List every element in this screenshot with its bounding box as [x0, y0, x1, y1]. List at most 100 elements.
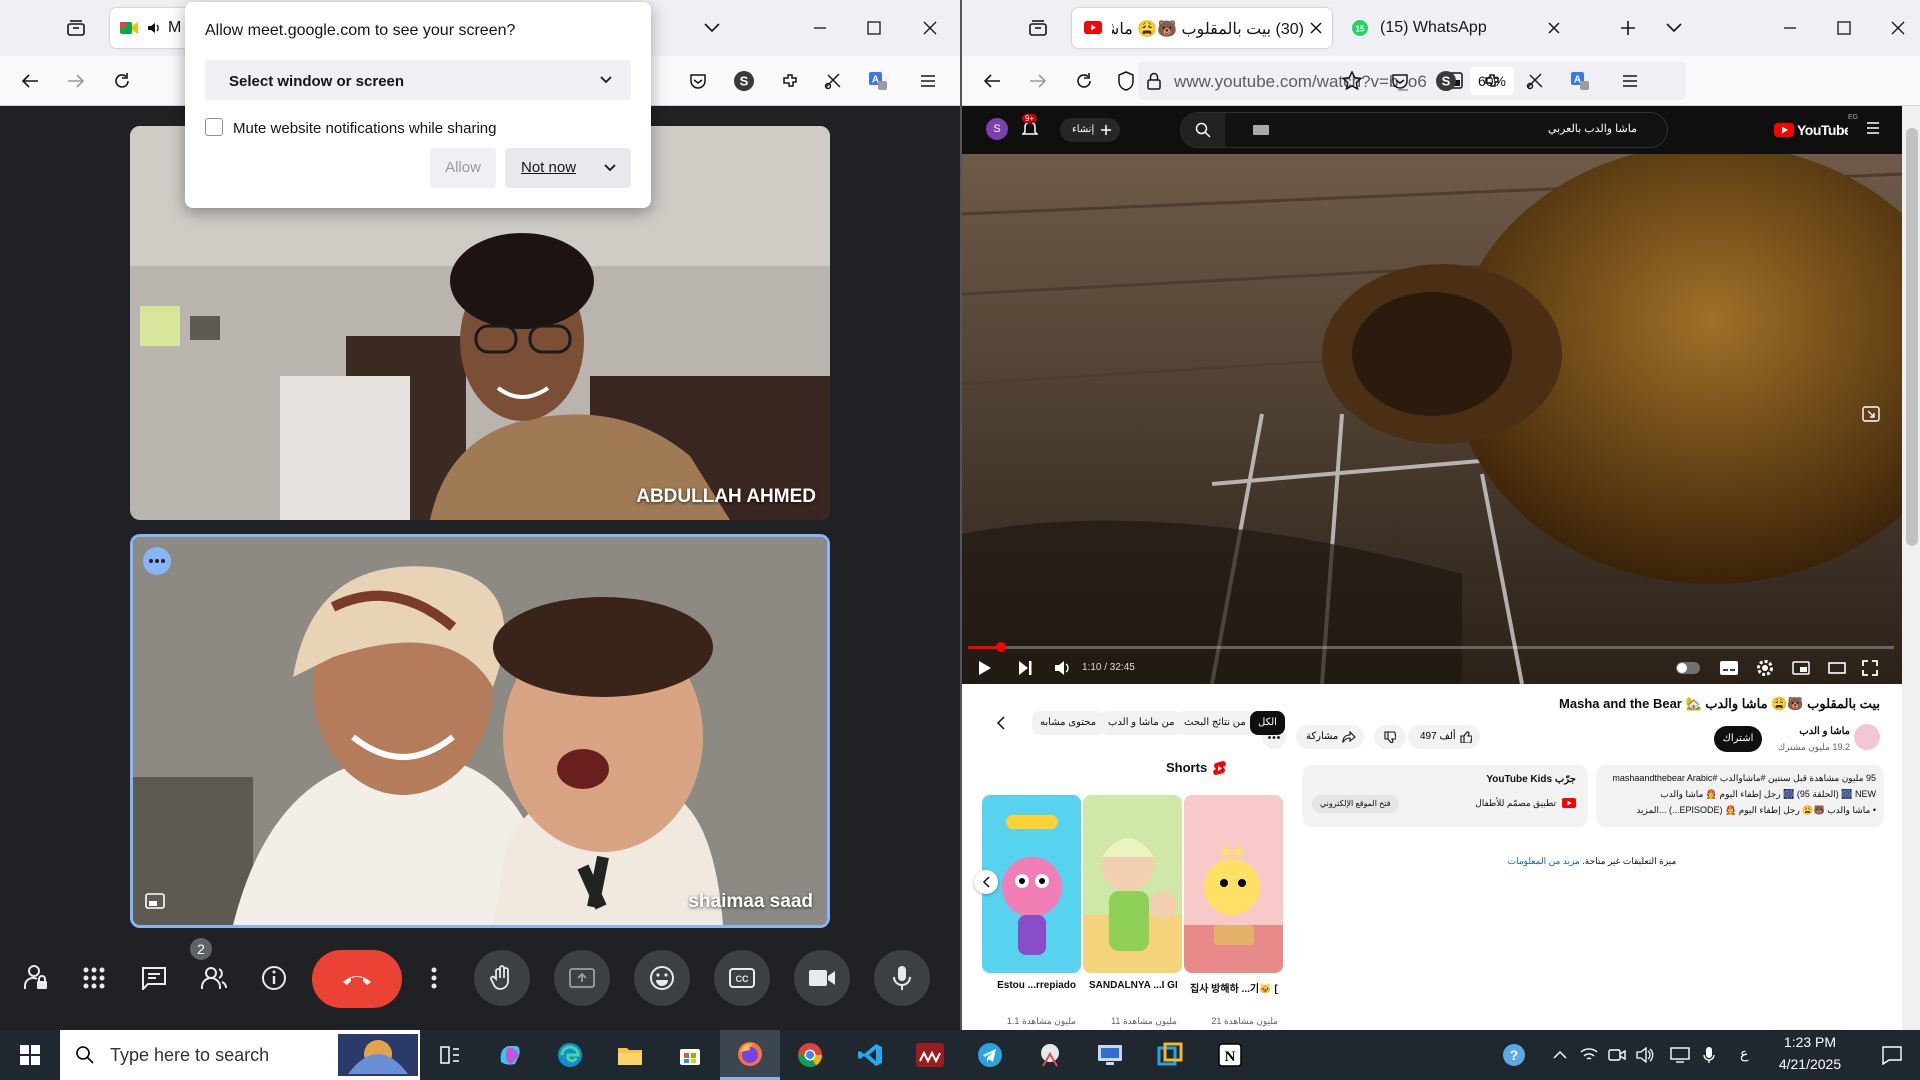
translate-icon[interactable]: A — [864, 67, 892, 95]
task-view-icon[interactable] — [420, 1030, 480, 1080]
captions-button[interactable]: CC — [714, 950, 770, 1006]
maximize-icon[interactable] — [1830, 14, 1858, 42]
copilot-icon[interactable] — [480, 1030, 540, 1080]
scrollbar-thumb[interactable] — [1906, 128, 1918, 546]
apps-button[interactable] — [74, 958, 114, 998]
reload-icon[interactable] — [1070, 67, 1098, 95]
minimize-icon[interactable] — [1776, 14, 1804, 42]
speaker-icon[interactable] — [146, 20, 162, 36]
vscode-icon[interactable] — [840, 1030, 900, 1080]
camera-button[interactable] — [794, 950, 850, 1006]
channel-avatar[interactable] — [1854, 724, 1880, 750]
short-title[interactable]: 집사 방해하 ...기🐱 [핑크 — [1190, 980, 1278, 995]
chrome-icon[interactable] — [780, 1030, 840, 1080]
notification-center-icon[interactable] — [1872, 1030, 1912, 1080]
network-icon[interactable] — [1576, 1030, 1602, 1080]
file-explorer-icon[interactable] — [600, 1030, 660, 1080]
like-button[interactable]: 497 ألف — [1408, 725, 1480, 749]
short-title[interactable]: SANDALNYA ...I GEMBOK — [1089, 980, 1177, 991]
back-icon[interactable] — [16, 67, 44, 95]
avatar[interactable]: S — [986, 118, 1008, 140]
pocket-icon[interactable] — [684, 67, 712, 95]
short-thumbnail[interactable] — [1083, 795, 1182, 973]
present-screen-button[interactable] — [554, 950, 610, 1006]
tab-youtube[interactable]: (30) بيت بالمقلوب 🐻😩 ماشـ — [1072, 8, 1332, 48]
participant-tile-active[interactable]: shaimaa saad — [130, 534, 830, 928]
tab-whatsapp[interactable]: 15 (15) WhatsApp — [1340, 8, 1570, 48]
translate-icon[interactable]: A — [1566, 67, 1594, 95]
chip-from-search[interactable]: من نتائج البحث — [1176, 711, 1254, 735]
people-button[interactable]: 2 — [190, 938, 234, 998]
firefox-view-icon[interactable] — [62, 14, 90, 42]
mute-notifications-checkbox[interactable] — [205, 118, 223, 136]
account-s-icon[interactable]: S — [730, 67, 758, 95]
youtube-logo[interactable]: YouTube — [1774, 120, 1848, 140]
input-language[interactable]: ع — [1740, 1045, 1748, 1062]
channel-name[interactable]: ماشا و الدب — [1799, 726, 1850, 737]
minimize-icon[interactable] — [806, 14, 834, 42]
firefox-view-icon[interactable] — [1024, 14, 1052, 42]
more-options-menu-button[interactable] — [414, 958, 454, 998]
expand-icon[interactable] — [1862, 406, 1880, 422]
tab-meet[interactable]: M — [110, 8, 190, 48]
miniplayer-icon[interactable] — [1792, 661, 1810, 675]
chip-all[interactable]: الكل — [1250, 711, 1285, 735]
maximize-icon[interactable] — [860, 14, 888, 42]
reload-icon[interactable] — [108, 67, 136, 95]
search-box[interactable]: ماشا والدب بالعربي — [1180, 112, 1668, 148]
close-tab-icon[interactable] — [1548, 22, 1560, 34]
chips-scroll-left-icon[interactable] — [996, 716, 1006, 730]
window-select[interactable]: Select window or screen — [205, 60, 631, 100]
keyboard-icon[interactable] — [1253, 125, 1269, 135]
clock[interactable]: 1:23 PM 4/21/2025 — [1760, 1034, 1860, 1072]
chat-button[interactable] — [134, 958, 174, 998]
taskbar-search-box[interactable]: Type here to search — [60, 1030, 420, 1080]
screenshot-tool-icon[interactable] — [1522, 67, 1550, 95]
dislike-button[interactable] — [1374, 725, 1406, 749]
telegram-icon[interactable] — [960, 1030, 1020, 1080]
next-icon[interactable] — [1018, 660, 1032, 676]
picture-in-picture-icon[interactable] — [145, 893, 165, 909]
microphone-button[interactable] — [874, 950, 930, 1006]
snipping-tool-icon[interactable] — [1020, 1030, 1080, 1080]
extensions-icon[interactable] — [1478, 67, 1506, 95]
forward-icon[interactable] — [1024, 67, 1052, 95]
search-input[interactable]: ماشا والدب بالعربي — [1548, 122, 1637, 135]
leave-call-button[interactable] — [312, 950, 402, 1008]
shorts-scroll-left-button[interactable] — [974, 870, 998, 894]
multiwindow-app-icon[interactable] — [1140, 1030, 1200, 1080]
screenshot-tool-icon[interactable] — [820, 67, 848, 95]
not-now-button[interactable]: Not now — [505, 148, 631, 188]
settings-gear-icon[interactable] — [1756, 659, 1774, 677]
microphone-tray-icon[interactable] — [1696, 1030, 1722, 1080]
share-button[interactable]: مشاركة — [1296, 725, 1364, 749]
short-title[interactable]: Estou ...rrepiado — [988, 980, 1076, 991]
learn-more-link[interactable]: مزيد من المعلومات — [1508, 856, 1580, 866]
tab-list-chevron-icon[interactable] — [698, 14, 726, 42]
menu-icon[interactable] — [1616, 67, 1644, 95]
camera-tray-icon[interactable] — [1604, 1030, 1630, 1080]
chevron-down-icon[interactable] — [603, 160, 617, 176]
notion-icon[interactable]: N — [1200, 1030, 1260, 1080]
page-scrollbar[interactable] — [1902, 106, 1920, 1030]
meeting-info-button[interactable] — [254, 958, 294, 998]
fullscreen-icon[interactable] — [1862, 660, 1878, 676]
chip-from-channel[interactable]: من ماشا و الدب — [1100, 711, 1183, 735]
reactions-button[interactable] — [634, 950, 690, 1006]
guide-menu-icon[interactable] — [1866, 122, 1880, 134]
host-controls-button[interactable] — [16, 958, 56, 998]
close-window-icon[interactable] — [916, 14, 944, 42]
new-tab-icon[interactable] — [1614, 14, 1642, 42]
short-thumbnail[interactable] — [1184, 795, 1283, 973]
open-website-button[interactable]: فتح الموقع الإلكتروني — [1312, 795, 1399, 813]
progress-bar[interactable] — [968, 642, 1894, 652]
subtitles-icon[interactable] — [1720, 661, 1738, 675]
remote-desktop-icon[interactable] — [1080, 1030, 1140, 1080]
back-icon[interactable] — [978, 67, 1006, 95]
menu-icon[interactable] — [914, 67, 942, 95]
tab-list-chevron-icon[interactable] — [1660, 14, 1688, 42]
close-tab-icon[interactable] — [1310, 22, 1322, 34]
autoplay-toggle[interactable] — [1676, 662, 1700, 674]
help-icon[interactable]: ? — [1496, 1030, 1532, 1080]
edge-icon[interactable] — [540, 1030, 600, 1080]
